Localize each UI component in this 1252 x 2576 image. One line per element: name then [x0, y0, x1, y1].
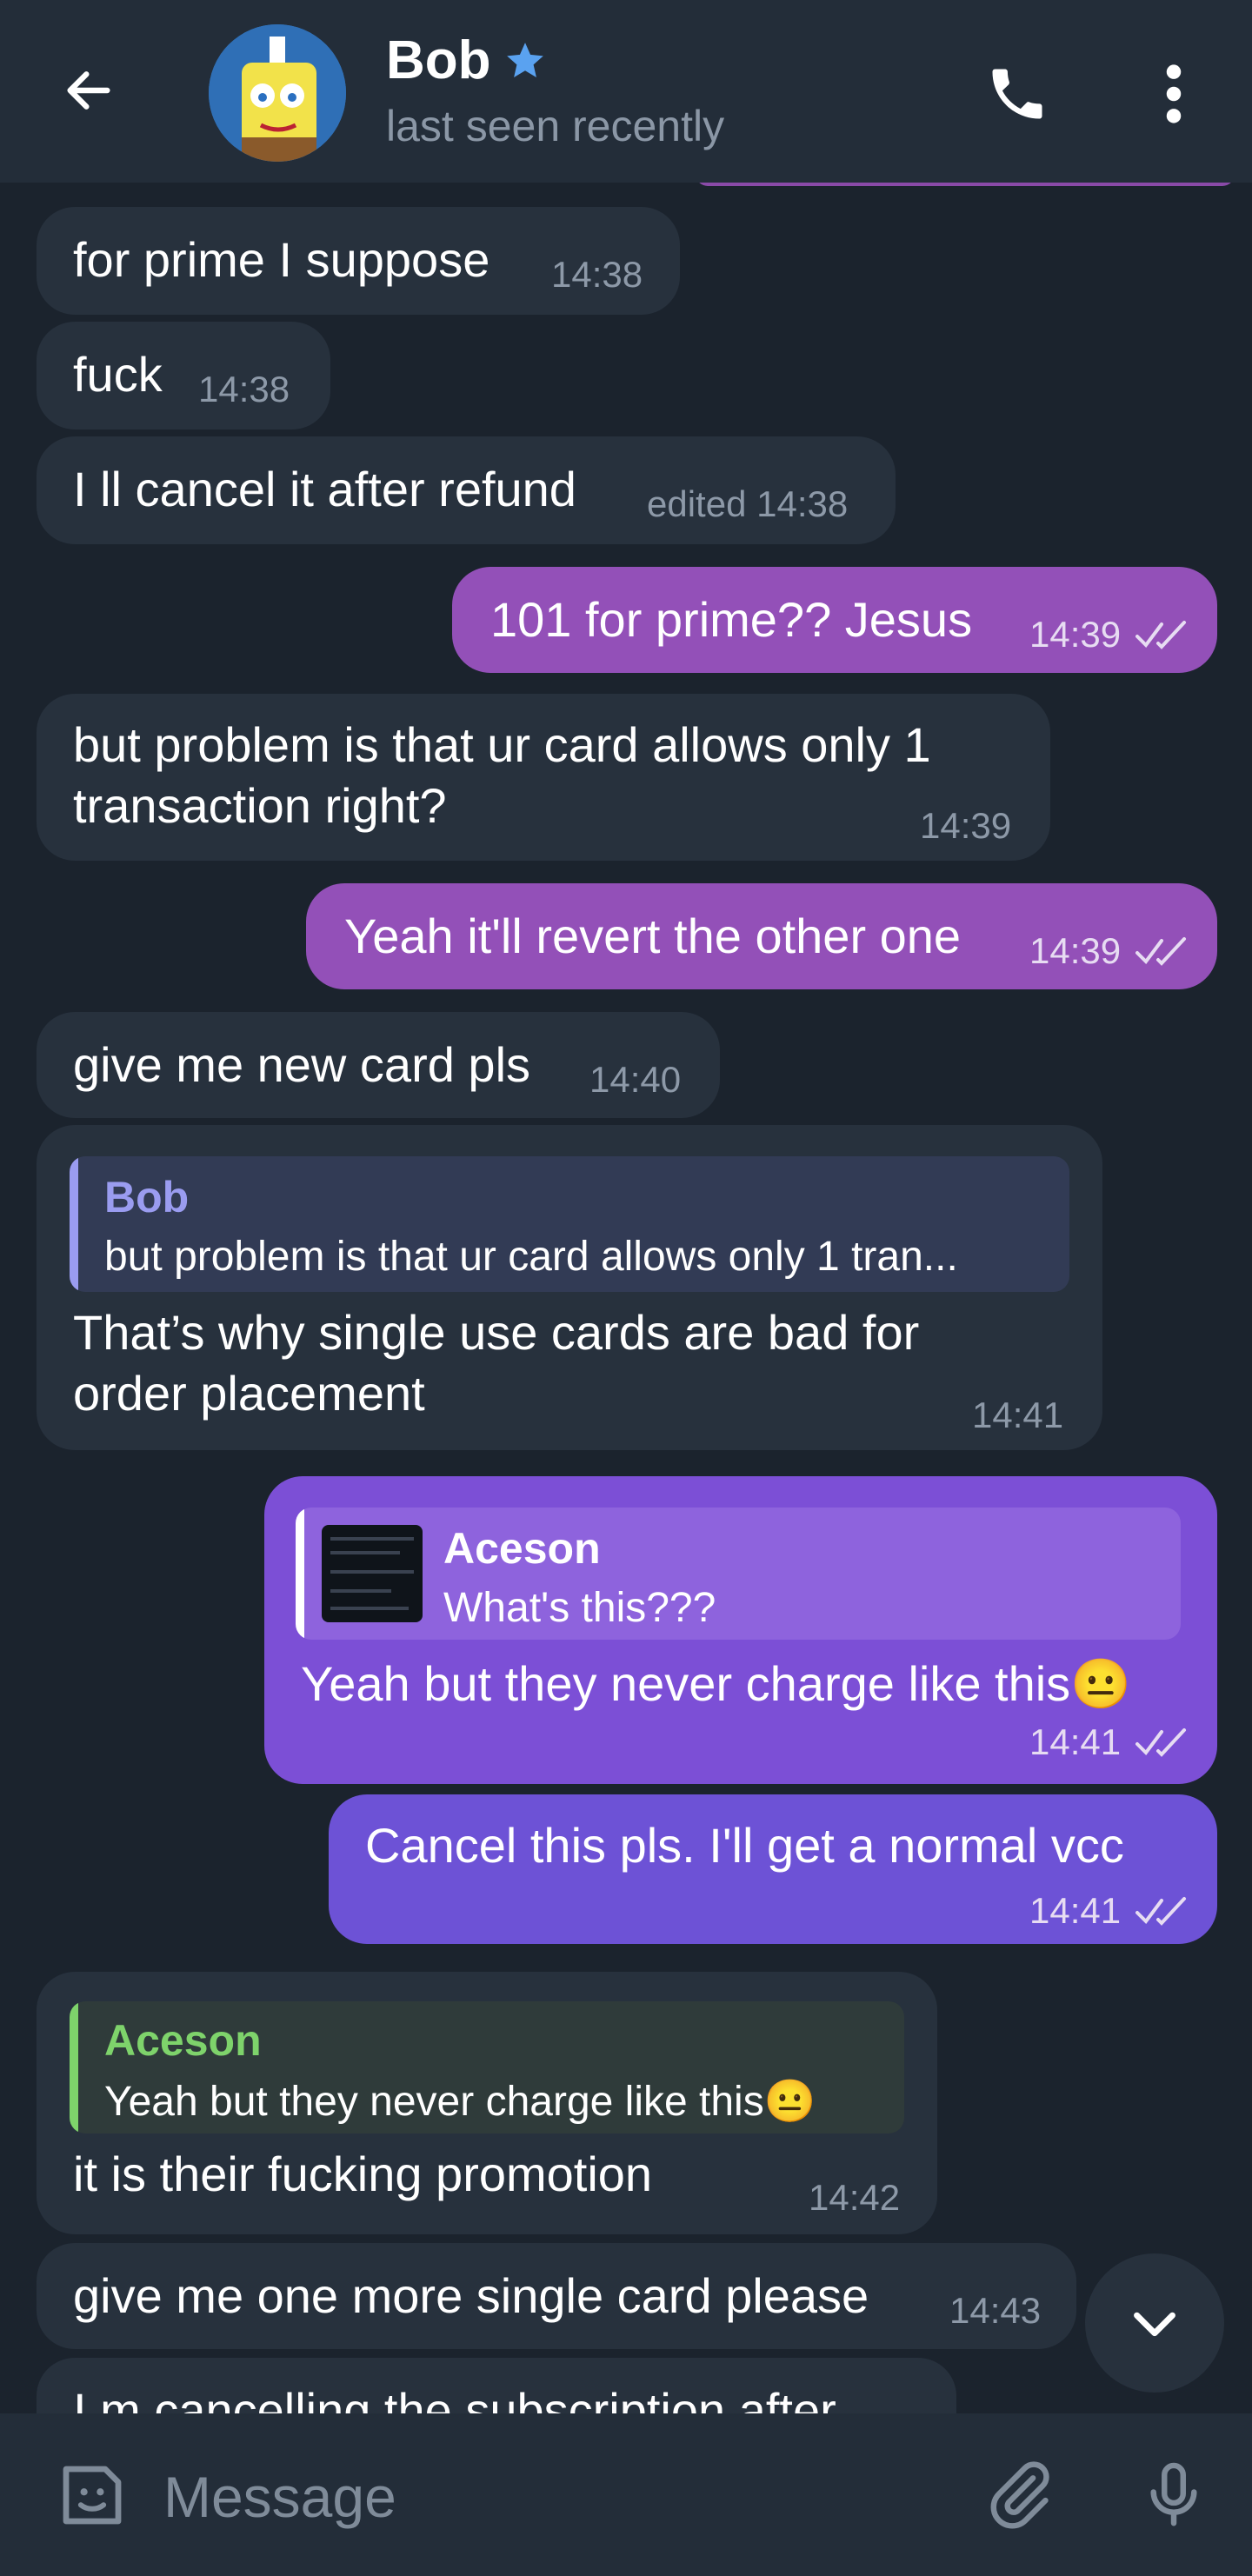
message-time: 14:38 [551, 254, 643, 295]
message-text: it is their fucking promotion [73, 2147, 653, 2201]
double-check-icon [1135, 621, 1186, 649]
message-bubble[interactable]: fuck 14:38 [37, 322, 330, 429]
voice-message-button[interactable] [1130, 2452, 1217, 2539]
message-input[interactable]: Message [163, 2464, 396, 2530]
message-text: give me one more single card please [73, 2268, 869, 2323]
contact-status: last seen recently [386, 102, 725, 150]
reply-text: Yeah but they never charge like this😐 [104, 2079, 816, 2125]
contact-name-text: Bob [386, 30, 491, 90]
message-time: 14:42 [809, 2177, 901, 2218]
avatar[interactable] [209, 24, 346, 162]
message-bubble[interactable]: but problem is that ur card allows only … [37, 694, 1050, 861]
message-text: Cancel this pls. I'll get a normal vcc [365, 1818, 1124, 1873]
message-time: 14:41 [972, 1395, 1064, 1435]
message-bubble-reply[interactable]: Aceson Yeah but they never charge like t… [37, 1972, 937, 2234]
message-text-line2: order placement [73, 1366, 425, 1421]
reply-text: but problem is that ur card allows only … [104, 1234, 958, 1280]
message-text-line1: but problem is that ur card allows only … [73, 717, 931, 772]
message-time: 14:39 [920, 805, 1012, 846]
premium-star-icon [506, 42, 543, 77]
message-time: 14:43 [949, 2290, 1042, 2331]
message-bubble-reply[interactable]: Bob but problem is that ur card allows o… [37, 1125, 1102, 1450]
message-text: fuck [73, 347, 163, 402]
reply-thumbnail [322, 1525, 423, 1622]
contact-name[interactable]: Bob [386, 30, 547, 91]
message-text-line2: transaction right? [73, 778, 447, 833]
double-check-icon [1135, 1728, 1186, 1757]
message-time: 14:40 [589, 1059, 682, 1100]
message-time: 14:38 [198, 369, 290, 409]
message-bubble[interactable]: give me new card pls 14:40 [37, 1012, 720, 1118]
chat-header: Bob last seen recently [0, 0, 1252, 183]
phone-icon [992, 69, 1042, 119]
reply-author: Bob [104, 1173, 190, 1221]
back-button[interactable] [52, 54, 125, 127]
message-time: 14:39 [1029, 614, 1122, 655]
reply-quote[interactable]: Aceson Yeah but they never charge like t… [70, 2001, 904, 2133]
message-text: I ll cancel it after refund [73, 462, 576, 516]
double-check-icon [1135, 937, 1186, 966]
message-text: give me new card pls [73, 1037, 531, 1092]
microphone-icon [1150, 2462, 1197, 2526]
reply-text: What's this??? [443, 1585, 716, 1631]
emoji-button[interactable] [49, 2452, 136, 2539]
message-bubble-outgoing[interactable]: 101 for prime?? Jesus 14:39 [452, 567, 1217, 673]
message-time: 14:41 [1029, 1890, 1122, 1931]
message-bubble-outgoing[interactable]: Cancel this pls. I'll get a normal vcc 1… [329, 1794, 1217, 1944]
reply-quote[interactable]: Bob but problem is that ur card allows o… [70, 1156, 1069, 1292]
reply-author: Aceson [104, 2016, 262, 2065]
message-bubble[interactable]: for prime I suppose 14:38 [37, 207, 680, 315]
message-time: edited 14:38 [647, 483, 849, 524]
message-bubble-outgoing-reply[interactable]: Aceson What's this??? Yeah but they neve… [264, 1476, 1217, 1784]
reply-quote[interactable]: Aceson What's this??? [296, 1508, 1181, 1640]
double-check-icon [1135, 1897, 1186, 1926]
paperclip-icon [990, 2461, 1049, 2529]
more-vertical-icon [1166, 64, 1182, 123]
message-time: 14:41 [1029, 1721, 1122, 1762]
more-button[interactable] [1142, 54, 1205, 134]
message-text: for prime I suppose [73, 232, 490, 287]
reply-author: Aceson [443, 1524, 601, 1573]
call-button[interactable] [977, 54, 1057, 134]
message-text-line1: That’s why single use cards are bad for [73, 1305, 920, 1360]
message-text: Yeah it'll revert the other one [344, 909, 962, 963]
message-bubble-outgoing[interactable]: Yeah it'll revert the other one 14:39 [306, 883, 1217, 989]
message-text: Yeah but they never charge like this😐 [301, 1656, 1131, 1711]
message-composer: Message [0, 2413, 1252, 2576]
chevron-down-icon [1134, 2312, 1175, 2337]
message-bubble[interactable]: I ll cancel it after refund edited 14:38 [37, 436, 896, 544]
attach-button[interactable] [976, 2452, 1062, 2539]
sticker-emoji-icon [63, 2466, 122, 2525]
message-bubble[interactable]: give me one more single card please 14:4… [37, 2243, 1076, 2349]
message-time: 14:39 [1029, 930, 1122, 971]
scroll-down-button[interactable] [1085, 2253, 1224, 2393]
message-text: 101 for prime?? Jesus [490, 592, 973, 647]
back-arrow-icon [67, 71, 110, 110]
